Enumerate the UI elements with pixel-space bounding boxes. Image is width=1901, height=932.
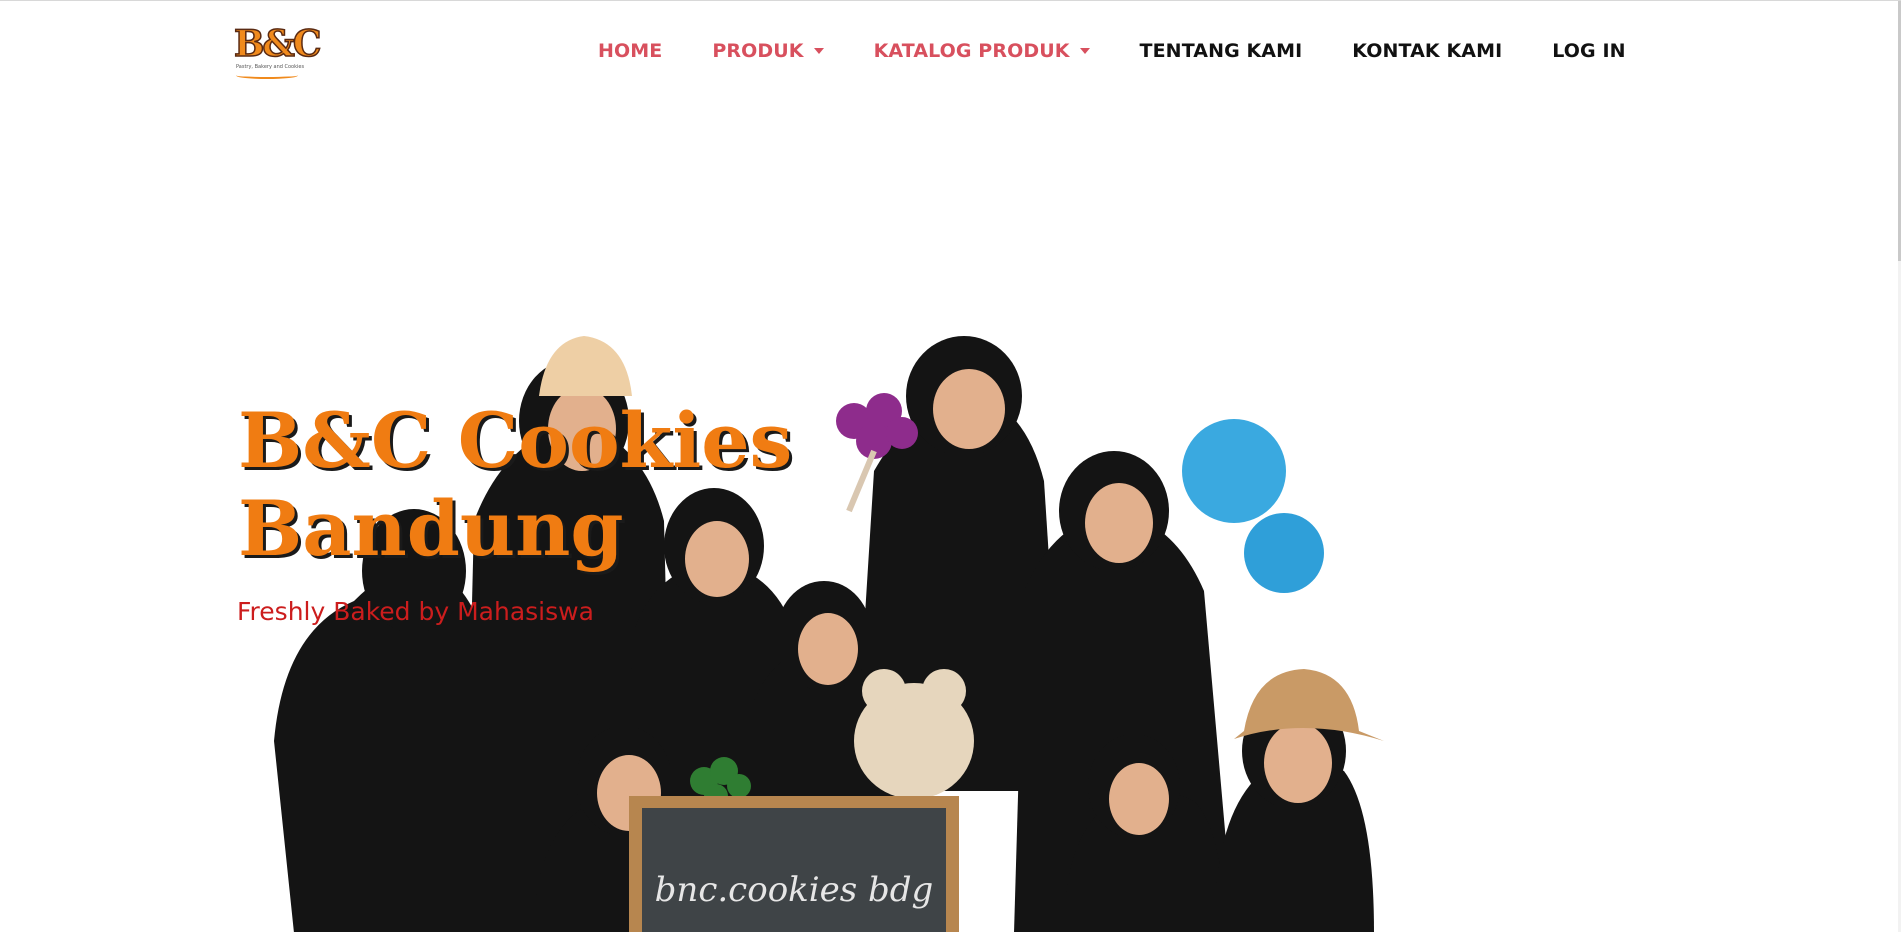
logo-tagline: Pastry, Bakery and Cookies xyxy=(236,64,305,70)
hero-section: bnc.cookies bdg B&C Cookies Bandung Fres… xyxy=(0,101,1895,932)
brand-logo[interactable]: B&C Pastry, Bakery and Cookies xyxy=(233,22,322,79)
nav-log-in-label: LOG IN xyxy=(1552,40,1626,62)
nav-kontak-kami-label: KONTAK KAMI xyxy=(1352,40,1503,62)
nav-kontak-kami[interactable]: KONTAK KAMI xyxy=(1352,40,1502,62)
hero-subtitle: Freshly Baked by Mahasiswa xyxy=(237,597,594,626)
logo-text: B&C xyxy=(233,22,322,66)
nav-tentang-kami-label: TENTANG KAMI xyxy=(1139,40,1303,62)
chevron-down-icon xyxy=(1079,48,1090,54)
page: B&C Pastry, Bakery and Cookies HOME PROD… xyxy=(0,0,1901,932)
logo-swoosh xyxy=(236,72,298,79)
chevron-down-icon xyxy=(813,48,824,54)
nav-home-label: HOME xyxy=(598,40,663,62)
nav-produk-label: PRODUK xyxy=(712,40,804,62)
hero-title: B&C Cookies Bandung xyxy=(238,396,793,573)
nav-katalog-produk-label: KATALOG PRODUK xyxy=(873,40,1070,62)
nav-katalog-produk[interactable]: KATALOG PRODUK xyxy=(874,40,1090,62)
nav-home[interactable]: HOME xyxy=(598,40,662,62)
main-nav: HOME PRODUK KATALOG PRODUK TENTANG KAMI … xyxy=(598,37,1626,65)
nav-log-in[interactable]: LOG IN xyxy=(1552,40,1625,62)
nav-produk[interactable]: PRODUK xyxy=(712,40,824,62)
nav-tentang-kami[interactable]: TENTANG KAMI xyxy=(1140,40,1303,62)
chalkboard-text: bnc.cookies bdg xyxy=(655,870,934,910)
navbar: B&C Pastry, Bakery and Cookies HOME PROD… xyxy=(0,1,1895,101)
